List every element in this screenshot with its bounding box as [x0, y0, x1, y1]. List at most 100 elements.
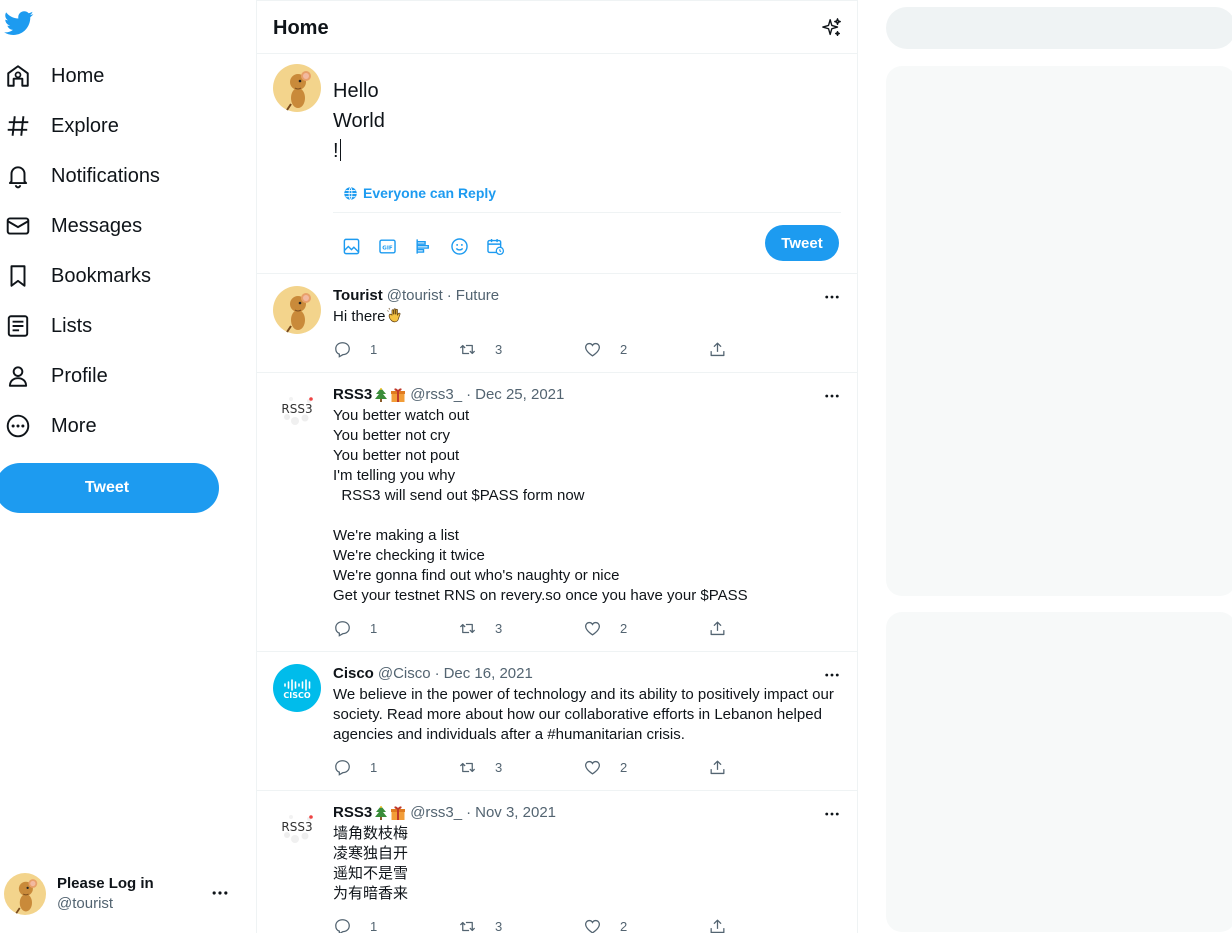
tweet-submit-button[interactable]: Tweet	[765, 225, 839, 261]
sidebar-item-label: Notifications	[51, 164, 160, 187]
sidebar-item-bookmarks[interactable]: Bookmarks	[4, 256, 151, 296]
retweet-icon	[458, 340, 477, 359]
author-name[interactable]: RSS3	[333, 385, 372, 405]
sidebar-item-lists[interactable]: Lists	[4, 306, 92, 346]
share-button[interactable]	[708, 619, 833, 638]
share-button[interactable]	[708, 758, 833, 777]
separator-dot: ·	[446, 287, 452, 304]
like-count: 2	[620, 918, 628, 933]
tweet-actions: 1 3 2	[333, 618, 841, 638]
sidebar-item-messages[interactable]: Messages	[4, 206, 142, 246]
reply-icon	[333, 758, 352, 777]
reply-button[interactable]: 1	[333, 917, 458, 933]
account-handle: @tourist	[57, 895, 114, 912]
tweet[interactable]: RSS3 RSS3 @rss3_ · Dec 25, 2021 You bett…	[257, 373, 857, 652]
reply-count: 1	[370, 341, 378, 357]
avatar-text: RSS3	[281, 820, 312, 834]
like-button[interactable]: 2	[583, 340, 708, 359]
retweet-button[interactable]: 3	[458, 340, 583, 359]
author-name[interactable]: Cisco	[333, 664, 374, 684]
tweet[interactable]: CISCO Cisco @Cisco · Dec 16, 2021 We bel…	[257, 652, 857, 791]
poll-icon[interactable]	[414, 232, 450, 260]
more-dots-icon[interactable]	[823, 666, 841, 684]
author-name[interactable]: RSS3	[333, 803, 372, 823]
reply-setting-button[interactable]: Everyone can Reply	[343, 185, 496, 201]
more-dots-icon[interactable]	[823, 387, 841, 405]
schedule-icon[interactable]	[486, 232, 522, 260]
more-dots-icon[interactable]	[823, 288, 841, 306]
sidebar-item-home[interactable]: Home	[4, 56, 104, 96]
reply-count: 1	[370, 759, 378, 775]
like-count: 2	[620, 759, 628, 775]
account-switcher[interactable]: Please Log in @tourist	[4, 871, 238, 917]
sidebar-item-label: Messages	[51, 214, 143, 237]
sidebar-item-profile[interactable]: Profile	[4, 356, 108, 396]
avatar[interactable]: CISCO	[273, 664, 321, 712]
search-input-placeholder[interactable]	[886, 7, 1232, 49]
share-icon	[708, 340, 727, 359]
sidebar-item-label: Profile	[51, 364, 108, 387]
waving-hand-icon	[387, 307, 403, 323]
retweet-icon	[458, 917, 477, 933]
more-dots-icon[interactable]	[823, 805, 841, 823]
retweet-button[interactable]: 3	[458, 619, 583, 638]
share-button[interactable]	[708, 917, 833, 933]
twitter-bird-icon[interactable]	[4, 11, 34, 39]
share-icon	[708, 758, 727, 777]
retweet-count: 3	[495, 918, 503, 933]
svg-text:GIF: GIF	[382, 245, 393, 251]
tweet-time[interactable]: Nov 3, 2021	[475, 803, 556, 823]
emoji-icon[interactable]	[450, 232, 486, 260]
gif-icon[interactable]: GIF	[378, 232, 414, 260]
heart-icon	[583, 619, 602, 638]
retweet-count: 3	[495, 620, 503, 636]
reply-button[interactable]: 1	[333, 619, 458, 638]
author-handle[interactable]: @rss3_	[410, 803, 462, 823]
retweet-button[interactable]: 3	[458, 917, 583, 933]
heart-icon	[583, 758, 602, 777]
like-button[interactable]: 2	[583, 758, 708, 777]
sidebar-item-notifications[interactable]: Notifications	[4, 156, 160, 196]
compose-input[interactable]: Hello World !	[333, 76, 385, 166]
reply-button[interactable]: 1	[333, 340, 458, 359]
share-icon	[708, 917, 727, 933]
tweet-button[interactable]: Tweet	[0, 463, 219, 513]
sidebar-item-label: More	[51, 414, 97, 437]
tweet-text: 墙角数枝梅 凌寒独自开 遥知不是雪 为有暗香来	[333, 825, 409, 902]
retweet-button[interactable]: 3	[458, 758, 583, 777]
sidebar-item-explore[interactable]: Explore	[4, 106, 119, 146]
avatar[interactable]	[273, 286, 321, 334]
image-icon[interactable]	[342, 232, 378, 260]
sidebar-item-more[interactable]: More	[4, 406, 97, 446]
tweet-composer: Hello World ! Everyone can Reply GIF Twe…	[257, 54, 857, 274]
author-name[interactable]: Tourist	[333, 286, 383, 306]
tweet-time[interactable]: Future	[456, 286, 499, 306]
hashtag-icon	[4, 112, 32, 140]
author-handle[interactable]: @rss3_	[410, 385, 462, 405]
timeline: Home Hello World ! Everyone can Reply GI…	[256, 0, 858, 933]
like-button[interactable]: 2	[583, 917, 708, 933]
sparkle-icon[interactable]	[821, 17, 843, 39]
globe-icon	[344, 186, 357, 200]
like-button[interactable]: 2	[583, 619, 708, 638]
share-button[interactable]	[708, 340, 833, 359]
tweet-time[interactable]: Dec 25, 2021	[475, 385, 564, 405]
home-icon	[4, 62, 32, 90]
author-handle[interactable]: @tourist	[387, 286, 443, 306]
compose-line: Hello	[333, 80, 379, 102]
avatar[interactable]: RSS3	[273, 803, 321, 851]
avatar	[4, 873, 46, 915]
reply-button[interactable]: 1	[333, 758, 458, 777]
tweet-time[interactable]: Dec 16, 2021	[444, 664, 533, 684]
tweet[interactable]: Tourist @tourist · Future Hi there 1 3 2	[257, 274, 857, 373]
author-handle[interactable]: @Cisco	[378, 664, 431, 684]
avatar[interactable]: RSS3	[273, 385, 321, 433]
divider	[333, 212, 841, 213]
tweet-text: Hi there	[333, 308, 386, 325]
christmas-tree-icon	[373, 387, 389, 403]
reply-icon	[333, 619, 352, 638]
tweet[interactable]: RSS3 RSS3 @rss3_ · Nov 3, 2021 墙角数枝梅 凌寒独…	[257, 791, 857, 933]
gift-icon	[390, 387, 406, 403]
compose-line: !	[333, 140, 339, 162]
more-dots-icon[interactable]	[210, 883, 230, 903]
